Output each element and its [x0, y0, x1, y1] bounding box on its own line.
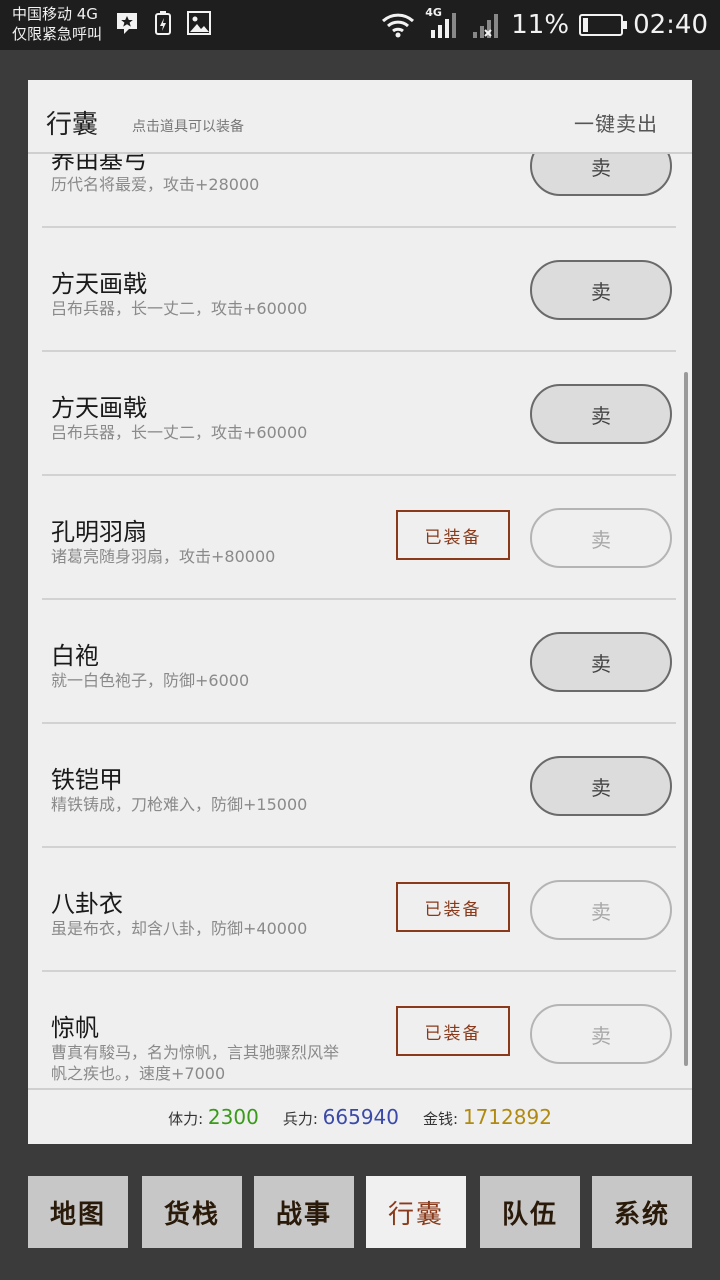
status-bar: 中国移动 4G 仅限紧急呼叫 4G 11% 02:40: [0, 0, 720, 50]
battery-saver-icon: [155, 11, 171, 35]
item-name: 方天画戟: [51, 394, 147, 422]
scrollbar[interactable]: [684, 372, 688, 1066]
panel-title: 行囊: [46, 110, 99, 140]
sell-button[interactable]: 卖: [530, 756, 672, 816]
image-icon: [187, 11, 211, 35]
gold-stat: 金钱: 1712892: [423, 1105, 552, 1129]
item-description: 吕布兵器，长一丈二，攻击+60000: [51, 423, 308, 442]
inventory-item[interactable]: 孔明羽扇 诸葛亮随身羽扇，攻击+80000 已装备卖: [42, 476, 676, 600]
equipped-badge: 已装备: [396, 1006, 510, 1056]
battery-percent: 11%: [511, 10, 570, 40]
item-description: 吕布兵器，长一丈二，攻击+60000: [51, 299, 308, 318]
sell-all-button[interactable]: 一键卖出: [574, 108, 658, 137]
item-name: 方天画戟: [51, 270, 147, 298]
sell-button[interactable]: 卖: [530, 632, 672, 692]
sell-button[interactable]: 卖: [530, 384, 672, 444]
item-description: 就一白色袍子，防御+6000: [51, 671, 250, 690]
equipped-badge: 已装备: [396, 882, 510, 932]
sell-button[interactable]: 卖: [530, 508, 672, 568]
item-description: 历代名将最爱，攻击+28000: [51, 175, 260, 194]
nav-tab-3[interactable]: 行囊: [366, 1176, 466, 1248]
sell-button[interactable]: 卖: [530, 154, 672, 196]
wifi-icon: [382, 13, 415, 38]
stats-bar: 体力: 2300 兵力: 665940 金钱: 1712892: [28, 1088, 692, 1144]
panel-header: 行囊 点击道具可以装备 一键卖出: [28, 80, 692, 154]
carrier-emergency: 仅限紧急呼叫: [12, 25, 103, 43]
item-name: 铁铠甲: [51, 766, 123, 794]
stamina-stat: 体力: 2300: [168, 1105, 259, 1129]
inventory-item[interactable]: 方天画戟 吕布兵器，长一丈二，攻击+60000 卖: [42, 228, 676, 352]
inventory-item[interactable]: 白袍 就一白色袍子，防御+6000 卖: [42, 600, 676, 724]
item-name: 八卦衣: [51, 890, 123, 918]
stamina-label: 体力:: [168, 1110, 204, 1128]
troops-label: 兵力:: [282, 1110, 318, 1128]
inventory-panel: 行囊 点击道具可以装备 一键卖出 养由基弓 历代名将最爱，攻击+28000 卖方天画…: [28, 80, 692, 1144]
item-description: 虽是布衣，却含八卦，防御+40000: [51, 919, 308, 938]
item-name: 白袍: [51, 642, 99, 670]
sell-button[interactable]: 卖: [530, 1004, 672, 1064]
item-list[interactable]: 养由基弓 历代名将最爱，攻击+28000 卖方天画戟 吕布兵器，长一丈二，攻击+600…: [42, 154, 676, 1088]
sell-button[interactable]: 卖: [530, 880, 672, 940]
nav-tab-5[interactable]: 系统: [592, 1176, 692, 1248]
gold-label: 金钱:: [423, 1110, 459, 1128]
troops-value: 665940: [322, 1105, 400, 1129]
battery-icon: [579, 14, 628, 36]
stamina-value: 2300: [207, 1105, 259, 1129]
nav-tab-1[interactable]: 货栈: [142, 1176, 242, 1248]
nav-tab-2[interactable]: 战事: [254, 1176, 354, 1248]
panel-hint: 点击道具可以装备: [132, 119, 244, 135]
bottom-nav: 地图 货栈 战事 行囊 队伍 系统: [28, 1176, 692, 1248]
item-name: 养由基弓: [51, 154, 147, 174]
clock: 02:40: [633, 10, 708, 40]
inventory-item[interactable]: 养由基弓 历代名将最爱，攻击+28000 卖: [42, 154, 676, 228]
troops-stat: 兵力: 665940: [283, 1105, 399, 1129]
status-right: 4G 11% 02:40: [381, 6, 708, 44]
signal-empty-icon: [473, 14, 499, 38]
inventory-item[interactable]: 八卦衣 虽是布衣，却含八卦，防御+40000 已装备卖: [42, 848, 676, 972]
item-description: 精铁铸成，刀枪难入，防御+15000: [51, 795, 308, 814]
nav-tab-4[interactable]: 队伍: [480, 1176, 580, 1248]
sell-button[interactable]: 卖: [530, 260, 672, 320]
carrier-info: 中国移动 4G 仅限紧急呼叫: [12, 4, 102, 44]
equipped-badge: 已装备: [396, 510, 510, 560]
inventory-item[interactable]: 惊帆 曹真有駿马，名为惊帆，言其驰骤烈风举帆之疾也。，速度+7000 已装备卖: [42, 972, 676, 1088]
inventory-item[interactable]: 铁铠甲 精铁铸成，刀枪难入，防御+15000 卖: [42, 724, 676, 848]
signal-4g-icon: 4G: [425, 6, 461, 40]
carrier-name: 中国移动 4G: [12, 5, 98, 23]
item-description: 曹真有駿马，名为惊帆，言其驰骤烈风举帆之疾也。，速度+7000: [51, 1043, 340, 1083]
gold-value: 1712892: [462, 1105, 552, 1129]
notification-icons: [114, 10, 212, 36]
item-name: 惊帆: [51, 1014, 99, 1042]
item-name: 孔明羽扇: [51, 518, 147, 546]
nav-tab-0[interactable]: 地图: [28, 1176, 128, 1248]
item-description: 诸葛亮随身羽扇，攻击+80000: [51, 547, 276, 566]
notification-badge-icon: [117, 13, 137, 34]
inventory-item[interactable]: 方天画戟 吕布兵器，长一丈二，攻击+60000 卖: [42, 352, 676, 476]
